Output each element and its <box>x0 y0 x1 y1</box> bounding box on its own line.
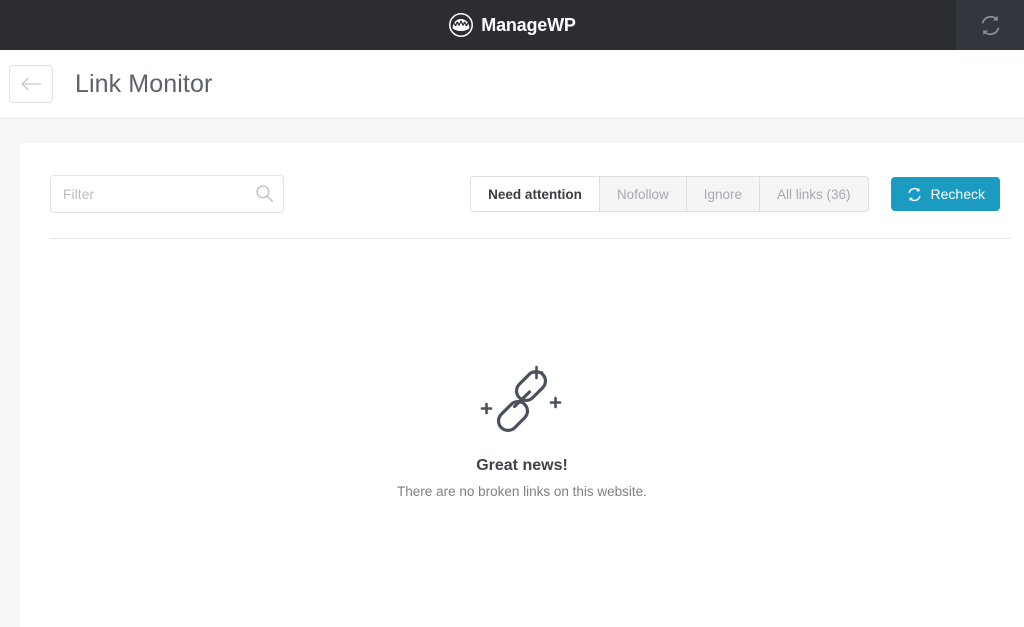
link-monitor-card: Need attention Nofollow Ignore All links… <box>20 143 1024 627</box>
tab-ignore[interactable]: Ignore <box>687 177 760 211</box>
mountain-circle-logo-icon <box>448 12 474 38</box>
tab-all-links[interactable]: All links (36) <box>760 177 868 211</box>
arrow-left-icon <box>19 77 43 91</box>
recheck-button[interactable]: Recheck <box>891 177 1000 211</box>
refresh-sync-icon <box>978 13 1003 38</box>
tab-label: Need attention <box>488 187 582 202</box>
tab-label: All links (36) <box>777 187 851 202</box>
topbar-refresh-button[interactable] <box>956 0 1024 50</box>
recheck-label: Recheck <box>931 186 985 202</box>
back-button[interactable] <box>9 65 53 103</box>
filter-field-wrapper <box>50 175 284 213</box>
toolbar: Need attention Nofollow Ignore All links… <box>20 143 1024 213</box>
refresh-icon <box>906 186 923 203</box>
empty-state-title: Great news! <box>476 457 568 475</box>
content-area: Need attention Nofollow Ignore All links… <box>0 143 1024 627</box>
left-gutter <box>0 143 20 627</box>
filter-tab-group: Need attention Nofollow Ignore All links… <box>470 176 868 212</box>
tab-label: Ignore <box>704 187 742 202</box>
empty-state-subtitle: There are no broken links on this websit… <box>397 484 647 499</box>
header-separator-band <box>0 118 1024 143</box>
page-title: Link Monitor <box>75 70 212 99</box>
empty-state: Great news! There are no broken links on… <box>20 239 1024 499</box>
tab-need-attention[interactable]: Need attention <box>471 177 600 211</box>
broken-chain-link-sparkle-icon <box>480 363 564 439</box>
tab-nofollow[interactable]: Nofollow <box>600 177 687 211</box>
brand-name: ManageWP <box>481 16 575 34</box>
page-header: Link Monitor <box>0 50 1024 118</box>
filter-input[interactable] <box>50 175 284 213</box>
top-navigation-bar: ManageWP <box>0 0 1024 50</box>
brand-logo[interactable]: ManageWP <box>448 12 575 38</box>
tab-label: Nofollow <box>617 187 669 202</box>
